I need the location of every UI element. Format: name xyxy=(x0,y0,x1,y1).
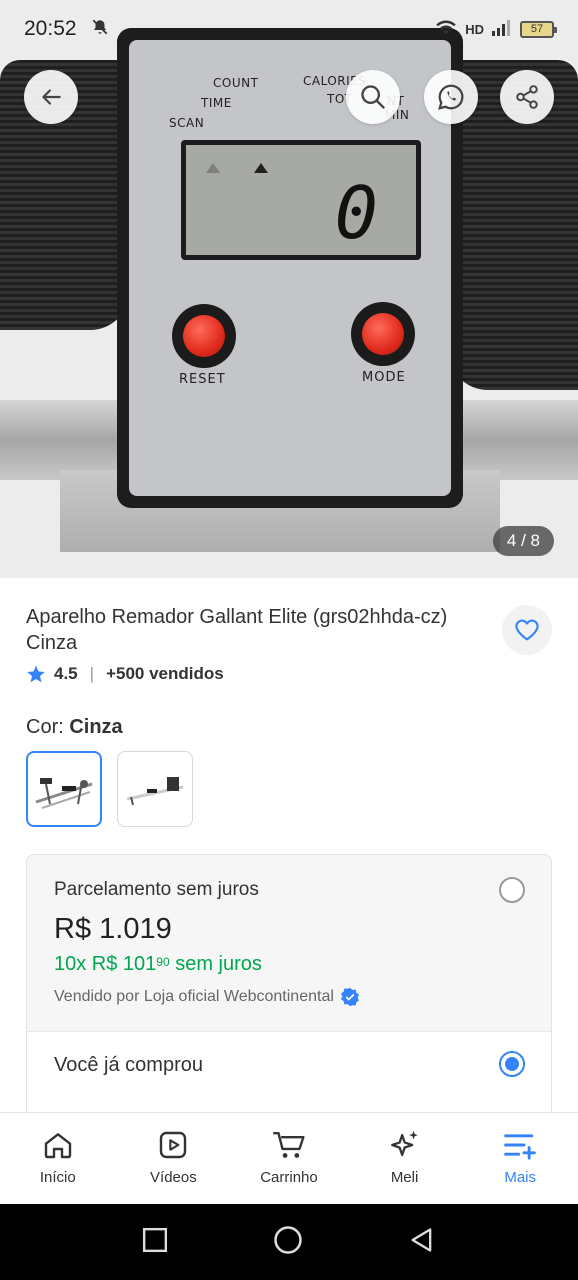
installment-detail: 10x R$ 10190 sem juros xyxy=(54,953,262,975)
color-variant-2[interactable] xyxy=(117,751,193,827)
sparkle-icon xyxy=(387,1127,423,1163)
circle-icon xyxy=(274,1225,302,1254)
product-title: Aparelho Remador Gallant Elite (grs02hhd… xyxy=(26,606,448,654)
bottom-navigation: Início Vídeos Carrinho Meli Mais xyxy=(0,1112,578,1204)
heart-icon xyxy=(515,619,539,641)
home-system-button[interactable] xyxy=(273,1225,303,1260)
payment-options-card: Parcelamento sem juros R$ 1.019 10x R$ 1… xyxy=(26,854,552,1154)
already-bought-radio[interactable] xyxy=(499,1051,525,1077)
color-label: Cor: Cinza xyxy=(26,716,123,739)
signal-icon xyxy=(492,19,512,39)
color-value: Cinza xyxy=(69,716,123,738)
nav-label: Mais xyxy=(504,1169,536,1186)
triangle-back-icon xyxy=(411,1227,431,1252)
back-button[interactable] xyxy=(24,70,78,124)
nav-meli[interactable]: Meli xyxy=(347,1113,463,1204)
lcd-indicator xyxy=(206,163,220,173)
console-label-count: COUNT xyxy=(213,76,259,90)
recents-button[interactable] xyxy=(142,1227,168,1258)
system-navigation-bar xyxy=(0,1204,578,1280)
square-icon xyxy=(143,1227,168,1252)
lcd-value: 0 xyxy=(334,171,378,255)
nav-label: Início xyxy=(39,1169,76,1186)
sold-count: +500 vendidos xyxy=(106,664,224,683)
share-icon xyxy=(516,85,538,109)
console-label-time: TIME xyxy=(201,96,232,110)
rower-thumbnail-icon xyxy=(126,777,184,806)
reset-knob xyxy=(172,304,236,368)
lcd-indicator-active xyxy=(254,163,268,173)
rower-thumbnail-icon xyxy=(35,778,93,809)
console-label-scan: SCAN xyxy=(169,116,205,130)
status-time: 20:52 xyxy=(24,17,77,40)
already-bought-label: Você já comprou xyxy=(54,1054,203,1076)
separator: | xyxy=(89,664,95,683)
installment-title: Parcelamento sem juros xyxy=(54,879,259,900)
mode-label: MODE xyxy=(362,370,406,385)
installment-radio[interactable] xyxy=(499,877,525,903)
nav-label: Carrinho xyxy=(260,1169,318,1186)
arrow-left-icon xyxy=(42,89,61,105)
menu-plus-icon xyxy=(502,1127,538,1163)
color-variant-1[interactable] xyxy=(26,751,102,827)
installment-option[interactable]: Parcelamento sem juros R$ 1.019 10x R$ 1… xyxy=(27,855,551,1031)
color-prefix: Cor: xyxy=(26,716,70,738)
mute-icon xyxy=(91,18,109,41)
cart-icon xyxy=(271,1127,307,1163)
nav-label: Meli xyxy=(390,1169,419,1186)
whatsapp-share-button[interactable] xyxy=(424,70,478,124)
mode-knob xyxy=(351,302,415,366)
product-image-gallery[interactable]: SCAN TIME COUNT CALORIES TOT NT MIN 0 RE… xyxy=(0,0,578,578)
reset-label: RESET xyxy=(179,372,226,387)
back-system-button[interactable] xyxy=(408,1226,436,1259)
network-type: HD xyxy=(465,21,484,37)
status-bar: 20:52 HD 57 xyxy=(0,0,578,58)
star-icon xyxy=(27,665,45,683)
seller-text: Vendido por Loja oficial Webcontinental xyxy=(54,988,334,1005)
verified-badge-icon xyxy=(340,987,359,1007)
search-icon xyxy=(361,85,385,109)
wifi-icon xyxy=(435,20,457,39)
search-button[interactable] xyxy=(346,70,400,124)
share-button[interactable] xyxy=(500,70,554,124)
price: R$ 1.019 xyxy=(54,913,172,945)
whatsapp-icon xyxy=(438,84,464,110)
nav-videos[interactable]: Vídeos xyxy=(116,1113,232,1204)
favorite-button[interactable] xyxy=(502,605,552,655)
nav-carrinho[interactable]: Carrinho xyxy=(231,1113,347,1204)
rating-row[interactable]: 4.5 | +500 vendidos xyxy=(26,664,224,684)
nav-mais[interactable]: Mais xyxy=(462,1113,578,1204)
lcd-display: 0 xyxy=(181,140,421,260)
battery-icon: 57 xyxy=(520,20,557,38)
home-icon xyxy=(40,1127,76,1163)
nav-label: Vídeos xyxy=(150,1169,197,1186)
rating-value: 4.5 xyxy=(54,664,78,683)
status-icons: HD 57 xyxy=(435,19,557,39)
monitor-console: SCAN TIME COUNT CALORIES TOT NT MIN 0 RE… xyxy=(117,28,463,508)
console-face: SCAN TIME COUNT CALORIES TOT NT MIN 0 RE… xyxy=(129,40,451,496)
image-counter: 4 / 8 xyxy=(492,526,554,556)
seller-info[interactable]: Vendido por Loja oficial Webcontinental xyxy=(54,987,360,1007)
nav-inicio[interactable]: Início xyxy=(0,1113,116,1204)
lcd-screen: 0 xyxy=(186,145,416,255)
video-icon xyxy=(155,1127,191,1163)
